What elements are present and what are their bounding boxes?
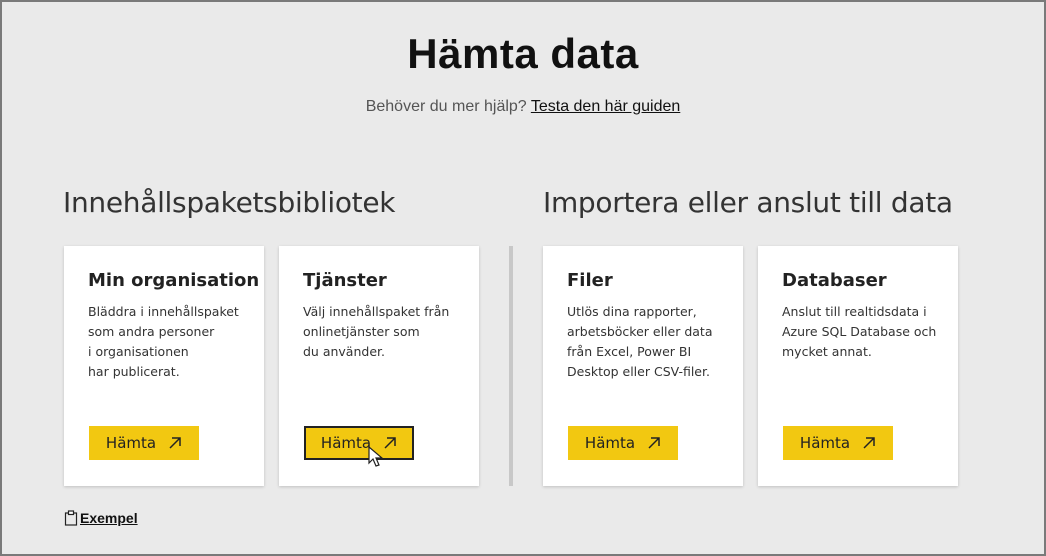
card-title: Min organisation bbox=[88, 270, 260, 291]
get-button-files[interactable]: Hämta bbox=[568, 426, 678, 460]
arrow-up-right-icon bbox=[648, 437, 660, 449]
card-title: Tjänster bbox=[303, 270, 387, 291]
arrow-up-right-icon bbox=[384, 437, 396, 449]
arrow-up-right-icon bbox=[863, 437, 875, 449]
section-divider bbox=[509, 246, 513, 486]
card-files: Filer Utlös dina rapporter, arbetsböcker… bbox=[543, 246, 743, 486]
section-title-content-packs: Innehållspaketsbibliotek bbox=[63, 186, 396, 219]
get-button-databases[interactable]: Hämta bbox=[783, 426, 893, 460]
example-label: Exempel bbox=[80, 510, 138, 526]
help-text: Behöver du mer hjälp? bbox=[365, 98, 527, 115]
example-link[interactable]: Exempel bbox=[64, 510, 138, 526]
guide-link[interactable]: Testa den här guiden bbox=[531, 98, 680, 115]
arrow-up-right-icon bbox=[169, 437, 181, 449]
card-description: Välj innehållspaket från onlinetjänster … bbox=[303, 304, 450, 359]
get-button-my-organization[interactable]: Hämta bbox=[89, 426, 199, 460]
help-line: Behöver du mer hjälp? Testa den här guid… bbox=[0, 98, 1046, 116]
get-button-services[interactable]: Hämta bbox=[304, 426, 414, 460]
card-description: Bläddra i innehållspaket som andra perso… bbox=[88, 304, 239, 379]
card-databases: Databaser Anslut till realtidsdata i Azu… bbox=[758, 246, 958, 486]
card-title: Databaser bbox=[782, 270, 887, 291]
card-description: Anslut till realtidsdata i Azure SQL Dat… bbox=[782, 304, 937, 359]
button-label: Hämta bbox=[584, 434, 636, 452]
button-label: Hämta bbox=[105, 434, 157, 452]
page-title: Hämta data bbox=[407, 30, 639, 77]
button-label: Hämta bbox=[320, 434, 372, 452]
button-label: Hämta bbox=[799, 434, 851, 452]
section-title-import: Importera eller anslut till data bbox=[543, 186, 953, 219]
card-title: Filer bbox=[567, 270, 613, 291]
mouse-cursor-icon bbox=[368, 446, 384, 467]
card-description: Utlös dina rapporter, arbetsböcker eller… bbox=[567, 304, 713, 379]
clipboard-icon bbox=[64, 510, 78, 526]
card-my-organization: Min organisation Bläddra i innehållspake… bbox=[64, 246, 264, 486]
